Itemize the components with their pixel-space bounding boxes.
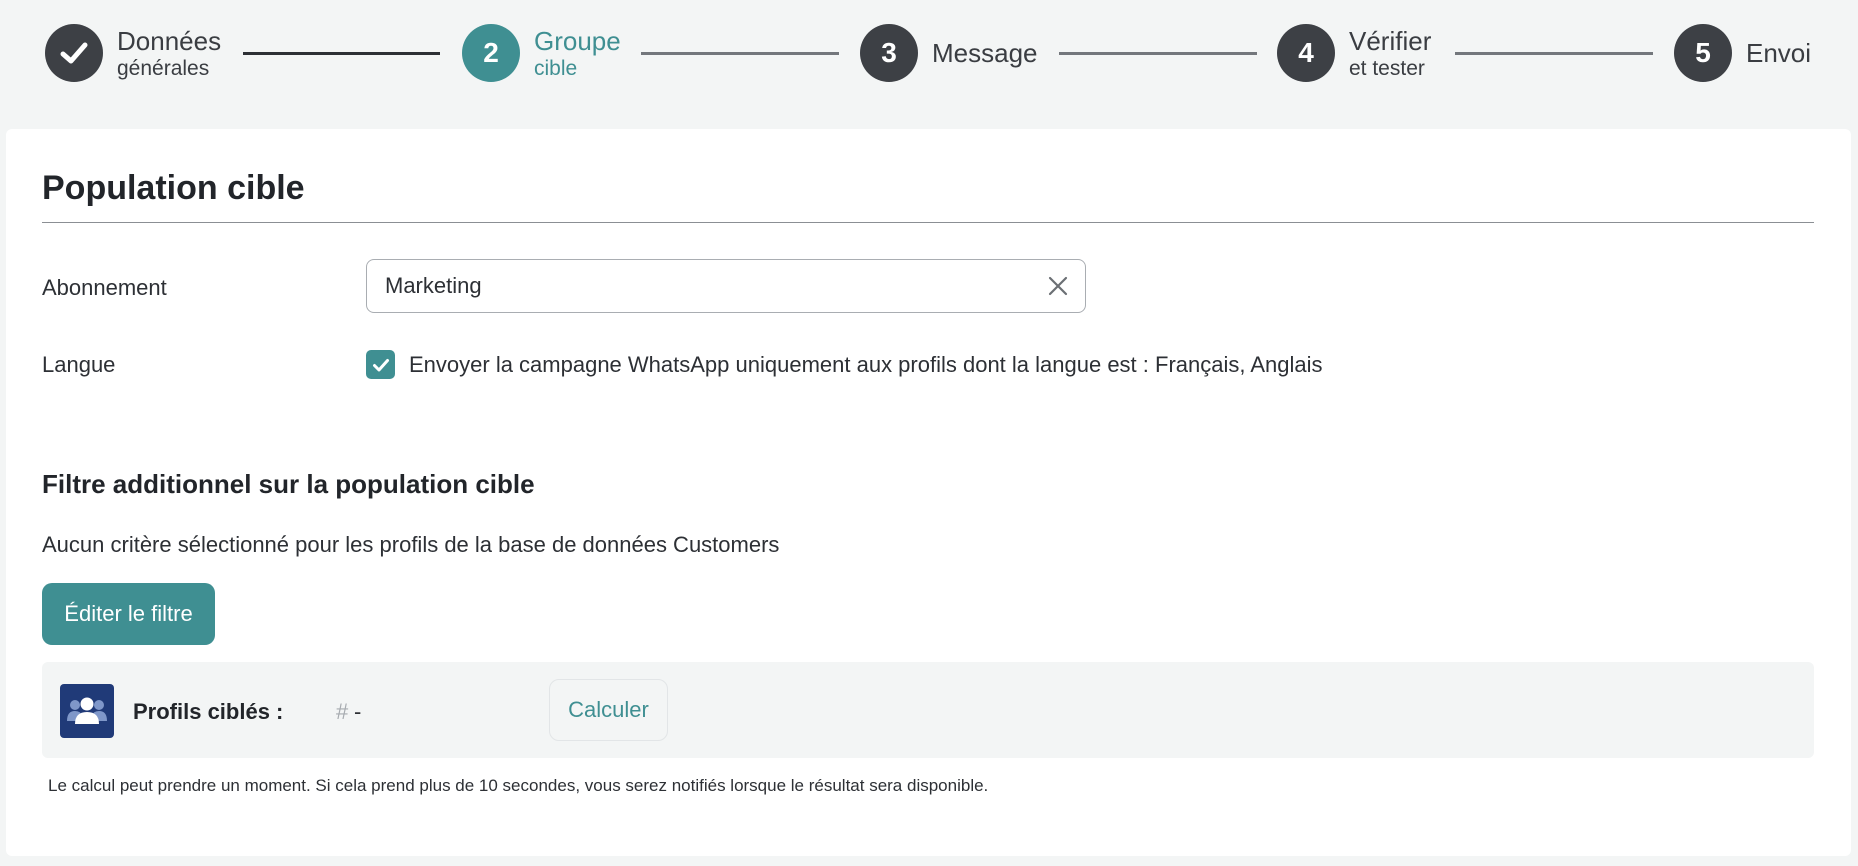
filter-title: Filtre additionnel sur la population cib…	[42, 469, 535, 499]
calculation-note: Le calcul peut prendre un moment. Si cel…	[48, 776, 989, 795]
language-checkbox[interactable]	[366, 350, 395, 379]
step-subtitle: cible	[534, 56, 578, 80]
subscription-value: Marketing	[385, 273, 482, 298]
close-icon[interactable]	[1045, 273, 1071, 299]
step-number: 5	[1674, 24, 1732, 82]
step-verify-test[interactable]: 4 Vérifier et tester	[1277, 24, 1431, 82]
checkmark-icon	[372, 358, 389, 371]
subscription-select[interactable]: Marketing	[366, 259, 1086, 313]
step-number: 3	[860, 24, 918, 82]
step-connector	[243, 52, 440, 55]
step-send[interactable]: 5 Envoi	[1674, 24, 1811, 82]
hash-symbol: #	[336, 699, 349, 724]
step-number: 4	[1277, 24, 1335, 82]
step-connector	[641, 52, 839, 55]
step-title: Vérifier	[1349, 25, 1432, 56]
title-divider	[42, 222, 1814, 223]
step-title: Données	[117, 25, 222, 56]
targeted-profiles-panel: Profils ciblés : # - Calculer	[42, 662, 1814, 758]
step-title: Envoi	[1746, 38, 1812, 68]
step-general-data[interactable]: Données générales	[45, 24, 221, 82]
users-icon	[60, 684, 114, 738]
step-connector	[1455, 52, 1653, 55]
step-title: Message	[932, 38, 1038, 68]
target-population-card: Population cible Abonnement Marketing La…	[6, 129, 1851, 856]
step-number: 2	[462, 24, 520, 82]
step-title: Groupe	[534, 25, 621, 56]
check-icon	[45, 24, 103, 82]
language-label: Langue	[42, 352, 116, 377]
progress-stepper: Données générales 2 Groupe cible 3 Messa…	[0, 0, 1858, 108]
calculate-button[interactable]: Calculer	[549, 679, 668, 741]
step-connector	[1059, 52, 1257, 55]
step-target-group[interactable]: 2 Groupe cible	[462, 24, 621, 82]
filter-description: Aucun critère sélectionné pour les profi…	[42, 532, 780, 557]
step-subtitle: et tester	[1349, 56, 1425, 80]
step-subtitle: générales	[117, 56, 210, 80]
targeted-profiles-count: -	[354, 699, 362, 724]
edit-filter-button[interactable]: Éditer le filtre	[42, 583, 215, 645]
subscription-label: Abonnement	[42, 275, 167, 300]
page-title: Population cible	[42, 169, 305, 207]
targeted-profiles-label: Profils ciblés :	[133, 699, 284, 724]
language-checkbox-label[interactable]: Envoyer la campagne WhatsApp uniquement …	[409, 352, 1323, 378]
step-message[interactable]: 3 Message	[860, 24, 1038, 82]
